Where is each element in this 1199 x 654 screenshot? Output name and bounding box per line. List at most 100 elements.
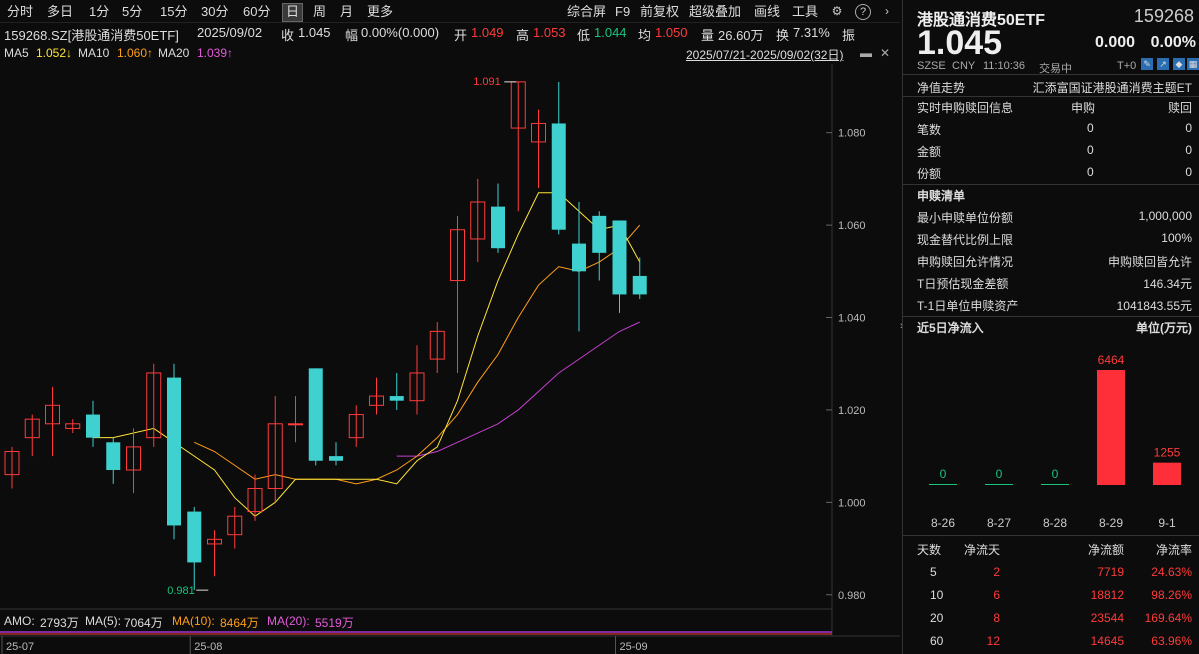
kline-chart[interactable]: 1.080 1.060 1.040 1.020 1.000 0.980 1.091 0.98… <box>0 64 900 654</box>
amplitude-label: 振 <box>842 28 856 43</box>
amp-label: 幅 <box>345 28 359 43</box>
help-icon[interactable]: ? <box>855 4 871 20</box>
close-value: 1.045 <box>298 25 331 40</box>
stats-row: 60 12 14645 63.96% <box>903 631 1199 653</box>
tab-60min[interactable]: 60分 <box>240 3 273 20</box>
stats-rate: 98.26% <box>1151 588 1192 602</box>
close-icon[interactable]: ✕ <box>880 46 890 60</box>
list-item-value: 100% <box>1161 231 1192 245</box>
candle-body <box>612 220 627 295</box>
stats-amount: 14645 <box>1090 634 1124 648</box>
tools-button[interactable]: 工具 <box>789 3 821 20</box>
volume-label: 量 <box>701 28 715 43</box>
list-item-label: 最小申赎单位份额 <box>917 211 1014 225</box>
tab-5min[interactable]: 5分 <box>119 3 145 20</box>
zoom-out-icon[interactable]: ▬ <box>860 46 872 60</box>
tab-daily[interactable]: 日 <box>282 3 304 22</box>
stats-rate-header: 净流率 <box>1155 543 1192 557</box>
draw-line-button[interactable]: 画线 <box>751 3 783 20</box>
tab-intraday[interactable]: 分时 <box>4 3 36 20</box>
high-label: 高 <box>516 28 530 43</box>
list-item-value: 146.34元 <box>1143 277 1192 291</box>
stats-row: 5 2 7719 24.63% <box>903 562 1199 584</box>
candle-body <box>491 206 505 249</box>
chevron-right-icon[interactable]: › <box>878 2 896 20</box>
flow-date-label: 8-27 <box>987 516 1011 530</box>
list-item: 最小申赎单位份额 1,000,000 <box>903 206 1199 228</box>
vol-ma10-label: MA(10): <box>172 614 215 628</box>
stats-header: 天数 净流天 净流额 净流率 <box>903 538 1199 560</box>
ma10-label: MA10 <box>78 46 110 60</box>
price-tick-label: 1.040 <box>838 313 866 325</box>
candle-body <box>308 368 323 461</box>
stats-days: 20 <box>930 611 944 625</box>
super-overlay-button[interactable]: 超级叠加 <box>686 3 744 20</box>
alert-icon[interactable]: ◆ <box>1173 58 1185 70</box>
row-red: 0 <box>1185 165 1192 179</box>
high-value: 1.053 <box>533 25 566 40</box>
stats-days: 60 <box>930 634 944 648</box>
f9-button[interactable]: F9 <box>612 3 633 20</box>
ma10-value: 1.060↑ <box>117 46 154 60</box>
link-icon[interactable]: ↗ <box>1157 58 1169 70</box>
list-item: 现金替代比例上限 100% <box>903 228 1199 250</box>
flow-value-label: 1255 <box>1154 446 1181 460</box>
amp-value: 0.00%(0.000) <box>361 25 440 40</box>
current-price: 1.045 <box>917 24 1003 62</box>
low-label: 低 <box>577 28 591 43</box>
ma20-value: 1.039↑ <box>197 46 234 60</box>
tab-more[interactable]: 更多 <box>364 3 396 20</box>
forward-adjust-button[interactable]: 前复权 <box>637 3 682 20</box>
fund-code: 159268 <box>1133 6 1194 26</box>
flow-bar <box>985 484 1013 485</box>
flow-header: 近5日净流入 单位(万元) <box>903 316 1199 338</box>
grid-icon[interactable]: ▦ <box>1187 58 1199 70</box>
realtime-header: 实时申购赎回信息 申购 赎回 <box>903 96 1199 118</box>
list-item-value: 1041843.55元 <box>1116 299 1192 313</box>
edit-icon[interactable]: ✎ <box>1141 58 1153 70</box>
flow-date-label: 9-1 <box>1158 516 1176 530</box>
candle-body <box>572 243 586 272</box>
row-red: 0 <box>1185 121 1192 135</box>
list-item-value: 1,000,000 <box>1138 209 1192 223</box>
vol-ma5-value: 7064万 <box>124 616 163 630</box>
market: SZSE <box>917 60 946 72</box>
right-info-panel: 港股通消费50ETF 159268 1.045 0.000 0.00% SZSE… <box>902 0 1199 654</box>
stats-rate: 169.64% <box>1144 611 1192 625</box>
tab-15min[interactable]: 15分 <box>157 3 190 20</box>
date-tick-label: 25-07 <box>6 641 34 653</box>
quote-time: 11:10:36 <box>983 60 1026 72</box>
flow-value-label: 0 <box>996 467 1003 481</box>
realtime-row: 笔数 0 0 <box>903 118 1199 140</box>
gear-icon[interactable]: ⚙ <box>828 2 846 20</box>
stats-rate: 24.63% <box>1151 565 1192 579</box>
composite-screen-button[interactable]: 综合屏 <box>564 3 609 20</box>
list-title: 申赎清单 <box>917 189 966 203</box>
close-label: 收 <box>281 28 295 43</box>
stats-netdays-header: 净流天 <box>963 543 1000 557</box>
code-name: 159268.SZ[港股通消费50ETF] <box>4 28 179 43</box>
tab-30min[interactable]: 30分 <box>198 3 231 20</box>
quote-date: 2025/09/02 <box>197 25 263 40</box>
date-range[interactable]: 2025/07/21-2025/09/02(32日) <box>686 46 843 63</box>
tab-1min[interactable]: 1分 <box>86 3 112 20</box>
candles <box>4 81 647 591</box>
realtime-row: 份额 0 0 <box>903 162 1199 184</box>
realtime-row: 金额 0 0 <box>903 140 1199 162</box>
candle-body <box>389 396 404 401</box>
tab-multi-day[interactable]: 多日 <box>44 3 76 20</box>
nav-row[interactable]: 净值走势 汇添富国证港股通消费主题ET <box>903 76 1199 98</box>
nav-label[interactable]: 净值走势 <box>917 79 965 96</box>
row-label: 份额 <box>917 167 942 181</box>
candle-body <box>86 414 100 438</box>
row-sub: 0 <box>1087 143 1094 157</box>
price-change: 0.000 <box>1095 34 1136 51</box>
flow-value-label: 6464 <box>1098 353 1125 367</box>
candle-body <box>106 442 121 470</box>
tab-monthly[interactable]: 月 <box>337 3 356 20</box>
vol-ma20-value: 5519万 <box>315 616 354 630</box>
ma5-label: MA5 <box>4 46 29 60</box>
candle-body <box>187 511 202 563</box>
flow-value-label: 0 <box>1052 467 1059 481</box>
tab-weekly[interactable]: 周 <box>310 3 329 20</box>
